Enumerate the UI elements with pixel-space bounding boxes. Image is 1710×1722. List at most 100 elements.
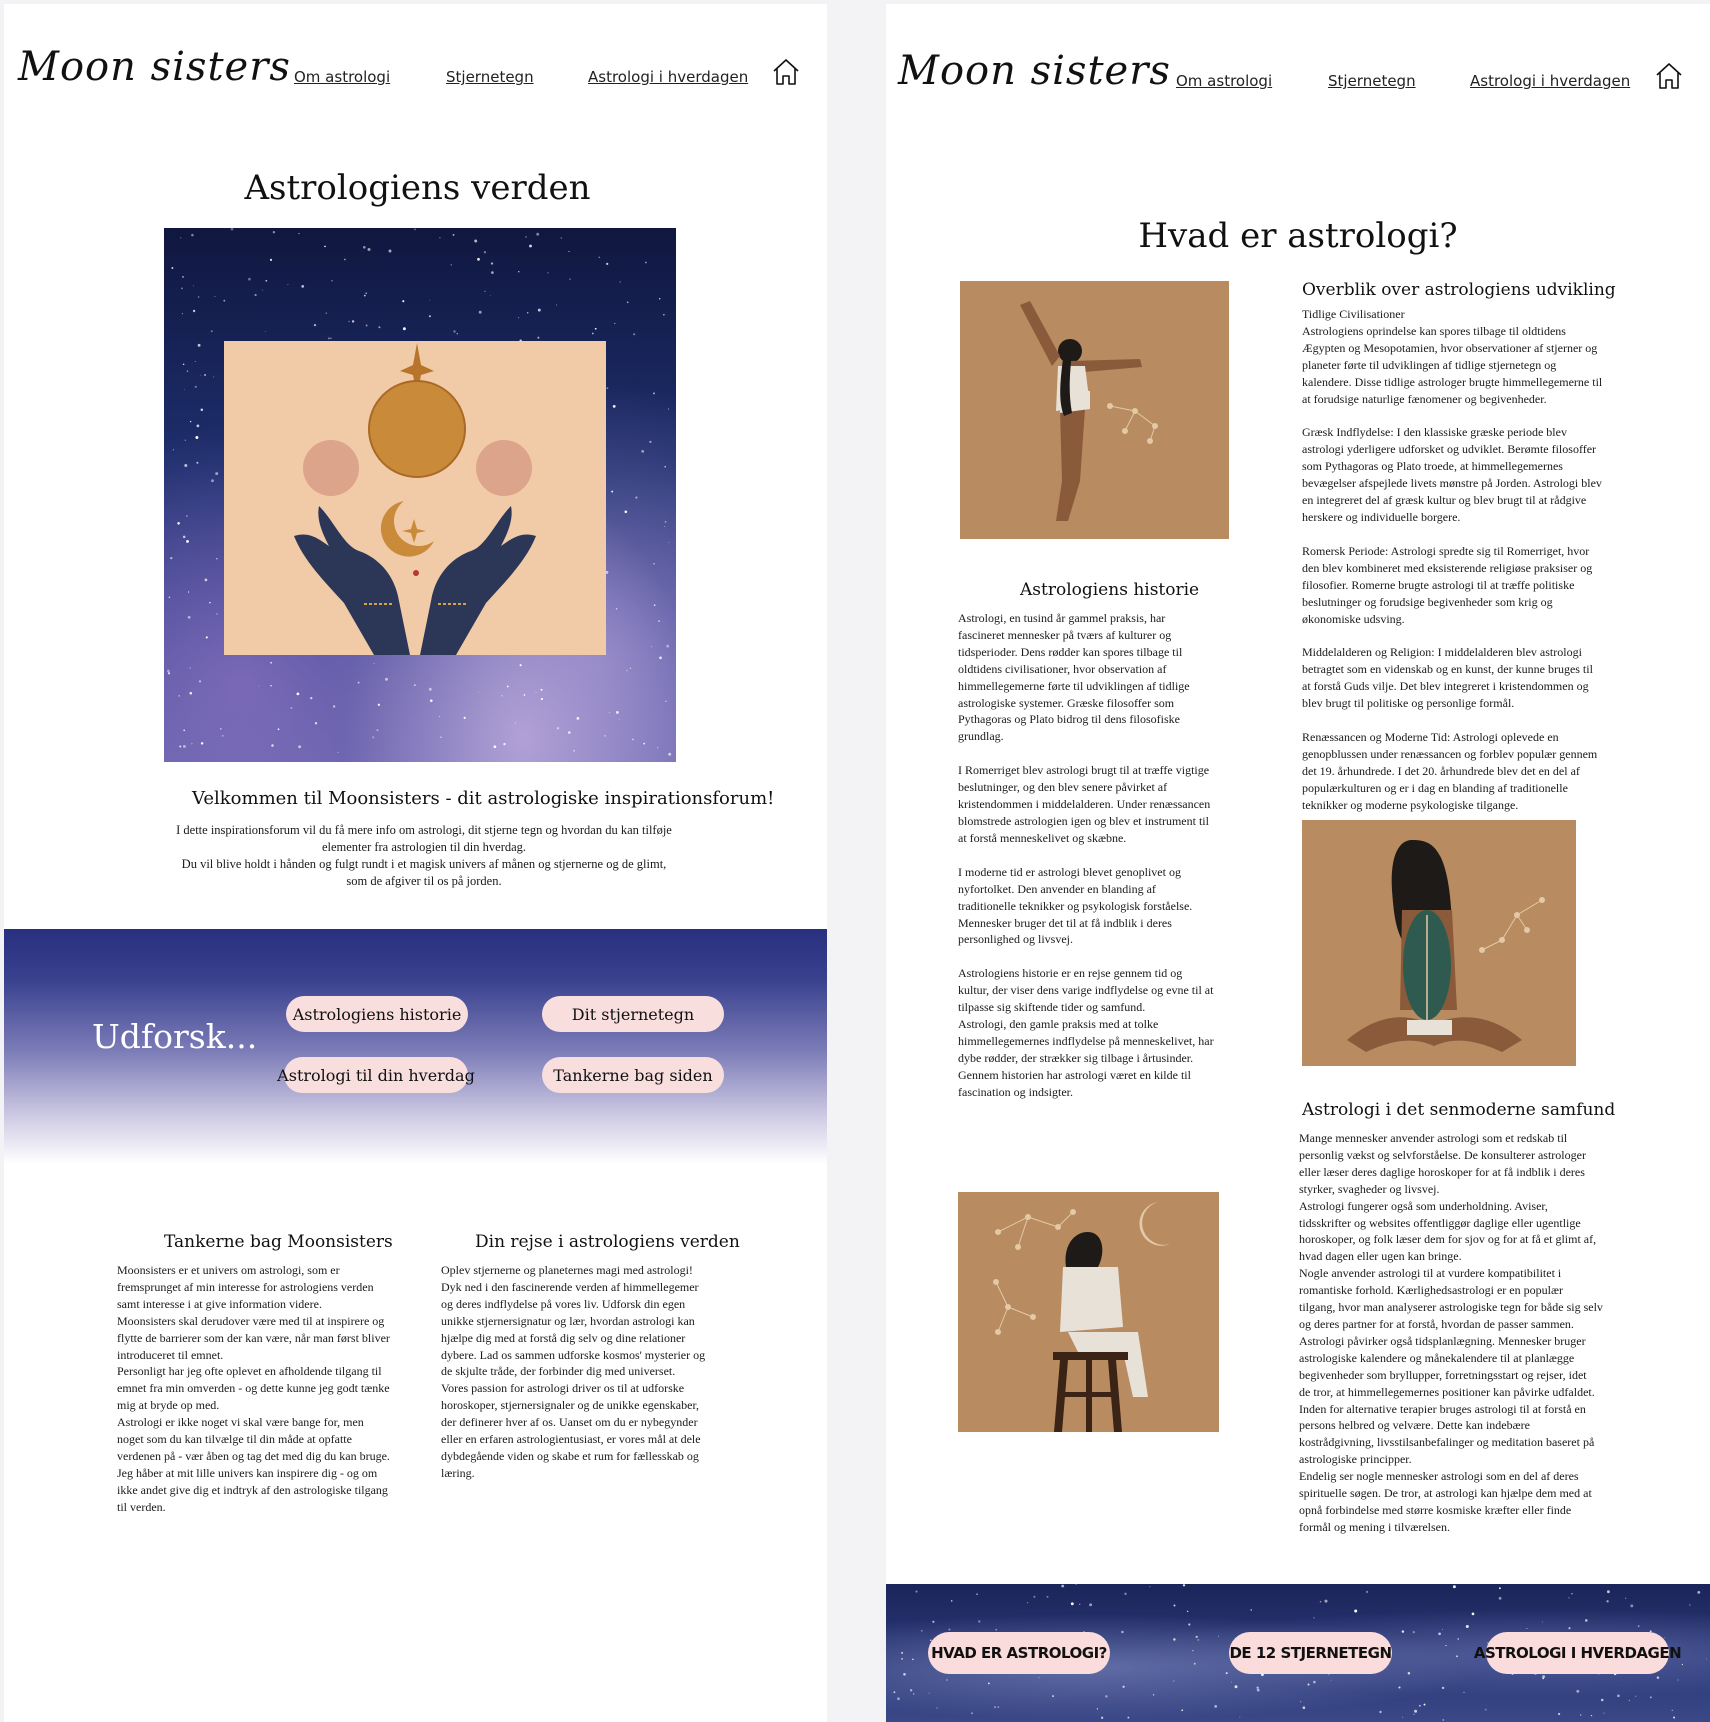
- text-line: begivenheder som bryllupper, forretnings…: [1299, 1367, 1587, 1382]
- text-line: tilpasse sig skiftende tider og samfund.: [958, 1000, 1146, 1015]
- nav-link-stjernetegn[interactable]: Stjernetegn: [1328, 72, 1416, 90]
- star: [184, 464, 188, 467]
- text-line: Personligt har jeg ofte oplevet en afhol…: [117, 1364, 382, 1379]
- text-line: kalendere. Disse tidlige astrologer brug…: [1302, 374, 1603, 389]
- welcome-heading: Velkommen til Moonsisters - dit astrolog…: [192, 788, 775, 809]
- star: [535, 691, 537, 693]
- text-line: blomstrede astrologien igen og blev et i…: [958, 813, 1209, 828]
- text-line: Inden for alternative terapier bruges as…: [1299, 1401, 1586, 1416]
- star: [331, 279, 333, 282]
- star: [187, 591, 190, 593]
- history-paragraph: I Romerriget blev astrologi brugt til at…: [958, 762, 1243, 847]
- star: [327, 337, 330, 340]
- star: [1557, 1712, 1561, 1716]
- star: [619, 281, 621, 283]
- history-text: Astrologi, en tusind år gammel praksis, …: [958, 610, 1243, 1101]
- nav-link-om-astrologi[interactable]: Om astrologi: [294, 68, 390, 86]
- text-line: filosofier. Romerne brugte astrologi til…: [1302, 577, 1575, 592]
- star: [262, 289, 264, 291]
- text-line: at forstå menneskelivet og skæbne.: [958, 830, 1127, 845]
- text-line: persons helbred og velvære. Dette kan in…: [1299, 1418, 1530, 1433]
- star: [568, 731, 571, 734]
- star: [198, 680, 202, 683]
- star: [626, 301, 629, 304]
- star: [1452, 1585, 1456, 1589]
- star: [1181, 1709, 1184, 1712]
- explore-button-hverdag[interactable]: Astrologi til din hverdag: [277, 1057, 475, 1093]
- text-line: astrologiske principper.: [1299, 1452, 1412, 1467]
- star: [270, 684, 272, 687]
- text-line: opnå forbindelse med større kosmiske kræ…: [1299, 1502, 1572, 1517]
- star: [1313, 1680, 1316, 1684]
- star: [197, 296, 200, 298]
- star: [1218, 1635, 1220, 1637]
- star: [1705, 1658, 1707, 1660]
- star: [525, 236, 527, 238]
- home-icon[interactable]: [771, 57, 801, 87]
- star: [1313, 1617, 1315, 1619]
- star: [657, 747, 659, 749]
- star: [1256, 1686, 1259, 1689]
- text-line: dybdegående viden og skabe et rum for fæ…: [441, 1448, 699, 1463]
- footer-button-hverdagen[interactable]: ASTROLOGI I HVERDAGEN: [1474, 1632, 1682, 1674]
- star: [277, 728, 280, 731]
- star: [514, 722, 516, 724]
- text-line: Middelalderen og Religion: I middelalder…: [1302, 645, 1582, 660]
- star: [428, 315, 431, 318]
- text-line: beslutninger, og den blev senere påvirke…: [958, 780, 1168, 795]
- footer-button-stjernetegn[interactable]: DE 12 STJERNETEGN: [1229, 1632, 1392, 1674]
- text-line: Oplev stjernerne og planeternes magi med…: [441, 1263, 693, 1277]
- explore-button-stjernetegn[interactable]: Dit stjernetegn: [542, 996, 724, 1032]
- star: [313, 323, 317, 327]
- star: [547, 272, 549, 274]
- star: [1635, 1695, 1637, 1697]
- text-line: eller en erfaren astrologientusiast, er …: [441, 1432, 701, 1447]
- star: [183, 389, 185, 391]
- explore-title: Udforsk...: [92, 1017, 258, 1056]
- star: [1441, 1686, 1445, 1690]
- star: [649, 440, 652, 444]
- star: [893, 1691, 896, 1694]
- text-line: mig at bryde op med.: [117, 1398, 220, 1413]
- star: [1046, 1595, 1049, 1598]
- star: [624, 510, 628, 514]
- star: [200, 408, 204, 411]
- star: [1418, 1704, 1421, 1707]
- star: [1600, 1698, 1604, 1702]
- footer-button-hvad-er-astrologi[interactable]: HVAD ER ASTROLOGI?: [928, 1632, 1110, 1674]
- text-line: Græsk Indflydelse: I den klassiske græsk…: [1302, 425, 1567, 440]
- site-logo[interactable]: Moon sisters: [898, 48, 1171, 94]
- nav-link-astrologi-i-hverdagen[interactable]: Astrologi i hverdagen: [1470, 72, 1630, 90]
- star: [1603, 1712, 1605, 1714]
- star: [211, 479, 214, 483]
- star: [1225, 1672, 1228, 1675]
- nav-link-stjernetegn[interactable]: Stjernetegn: [446, 68, 534, 86]
- text-line: Dyk ned i den fascinerende verden af him…: [441, 1279, 699, 1294]
- star: [641, 450, 645, 453]
- home-icon[interactable]: [1654, 61, 1684, 91]
- text-line: Vores passion for astrologi driver os ti…: [441, 1381, 685, 1396]
- explore-button-historie[interactable]: Astrologiens historie: [286, 996, 468, 1032]
- text-line: traditionelle teknikker og psykologisk f…: [958, 898, 1193, 913]
- star: [1673, 1716, 1676, 1719]
- text-line: kostrådgivning, livsstilsanbefalinger og…: [1299, 1435, 1595, 1450]
- star: [1173, 1680, 1175, 1682]
- star: [214, 295, 216, 297]
- star: [1681, 1663, 1684, 1666]
- nav-link-astrologi-i-hverdagen[interactable]: Astrologi i hverdagen: [588, 68, 748, 86]
- text-line: læring.: [441, 1465, 475, 1480]
- star: [271, 744, 274, 747]
- text-line: grundlag.: [958, 729, 1004, 744]
- star: [272, 230, 276, 234]
- star: [413, 684, 416, 687]
- explore-button-tankerne[interactable]: Tankerne bag siden: [542, 1057, 724, 1093]
- star: [569, 278, 571, 280]
- nav-link-om-astrologi[interactable]: Om astrologi: [1176, 72, 1272, 90]
- star: [456, 333, 458, 335]
- star: [994, 1706, 997, 1709]
- star: [568, 251, 570, 252]
- star: [537, 308, 541, 312]
- site-logo[interactable]: Moon sisters: [18, 44, 291, 90]
- star: [186, 370, 189, 372]
- star: [209, 601, 211, 604]
